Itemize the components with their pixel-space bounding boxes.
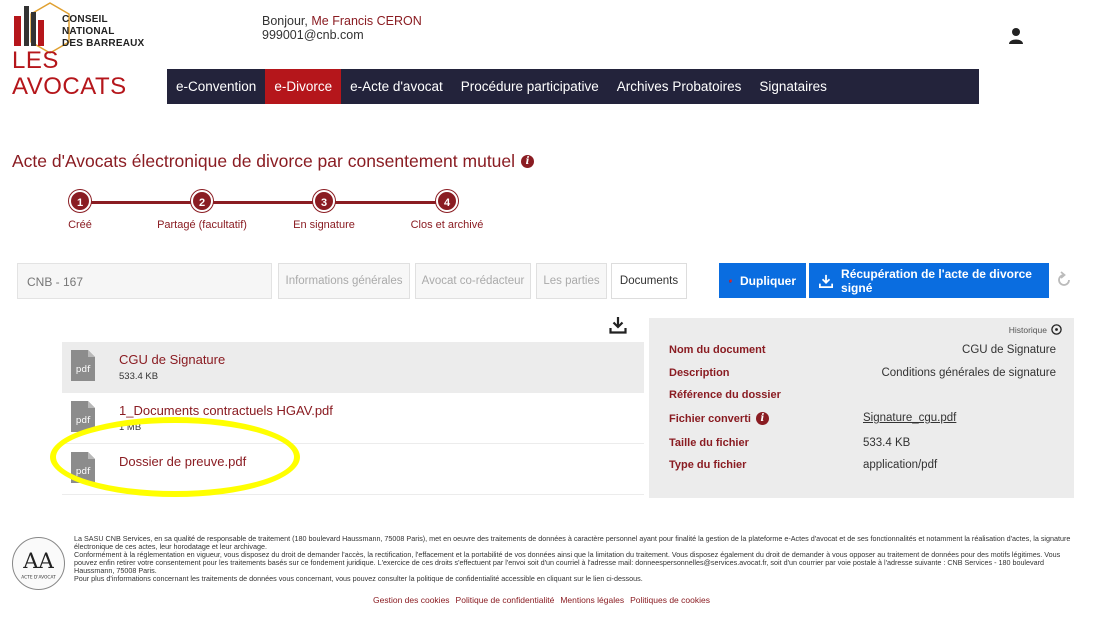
history-label: Historique	[1008, 324, 1047, 335]
nav-e-acte-avocat[interactable]: e-Acte d'avocat	[341, 69, 452, 104]
nav-procedure-participative[interactable]: Procédure participative	[452, 69, 608, 104]
detail-row-type: Type du fichier application/pdf	[669, 459, 1056, 475]
footer-link-legal-notice[interactable]: Mentions légales	[560, 595, 624, 605]
document-row[interactable]: pdf Dossier de preuve.pdf	[62, 444, 644, 495]
history-link[interactable]: Historique	[1009, 324, 1062, 335]
user-account-icon[interactable]	[1007, 27, 1025, 45]
document-name: 1_Documents contractuels HGAV.pdf	[119, 403, 333, 418]
detail-row-taille: Taille du fichier 533.4 KB	[669, 437, 1056, 453]
clock-icon	[1051, 324, 1062, 335]
recover-signed-act-button[interactable]: Récupération de l'acte de divorce signé	[809, 263, 1049, 298]
info-icon[interactable]: i	[521, 155, 535, 168]
svg-text:pdf: pdf	[76, 416, 91, 426]
pdf-file-icon: pdf	[71, 452, 95, 483]
converted-file-link[interactable]: Signature_cgu.pdf	[863, 412, 956, 424]
detail-label: Taille du fichier	[669, 437, 749, 449]
document-name: Dossier de preuve.pdf	[119, 454, 247, 469]
footer-link-cookies-management[interactable]: Gestion des cookies	[373, 595, 450, 605]
detail-label: Référence du dossier	[669, 389, 781, 401]
logo-org-text: CONSEIL NATIONAL DES BARREAUX	[62, 14, 145, 49]
info-icon[interactable]: i	[755, 412, 769, 425]
footer-link-cookie-policies[interactable]: Politiques de cookies	[630, 595, 710, 605]
detail-label: Description	[669, 367, 730, 379]
detail-label: Type du fichier	[669, 459, 747, 471]
footer-paragraph: Conformément à la réglementation en vigu…	[74, 550, 1061, 575]
reference-field: CNB - 167	[17, 263, 272, 299]
document-row[interactable]: pdf 1_Documents contractuels HGAV.pdf 1 …	[62, 393, 644, 444]
duplicate-button[interactable]: Dupliquer	[719, 263, 806, 298]
user-greeting: Bonjour, Me Francis CERON 999001@cnb.com	[262, 14, 422, 42]
tab-informations-generales[interactable]: Informations générales	[278, 263, 410, 299]
page-title: Acte d'Avocats électronique de divorce p…	[12, 151, 535, 172]
step-label: Créé	[68, 219, 92, 231]
download-icon	[819, 274, 834, 288]
logo-brand-name: LES AVOCATS	[12, 47, 127, 100]
status-stepper: 1 Créé 2 Partagé (facultatif) 3 En signa…	[0, 190, 520, 240]
nav-e-divorce[interactable]: e-Divorce	[265, 69, 342, 104]
acte-avocat-logo-icon: AA ACTE D'AVOCAT	[12, 537, 65, 590]
step-partage: 2 Partagé (facultatif)	[142, 190, 262, 231]
pdf-file-icon: pdf	[71, 350, 95, 381]
step-label: Partagé (facultatif)	[157, 219, 247, 231]
recover-label: Récupération de l'acte de divorce signé	[841, 266, 1032, 295]
download-all-icon[interactable]	[609, 316, 627, 334]
detail-value: Conditions générales de signature	[881, 367, 1056, 379]
detail-row-reference: Référence du dossier	[669, 389, 1056, 405]
step-cree: 1 Créé	[20, 190, 140, 231]
footer-paragraph: Pour plus d'informations concernant les …	[74, 574, 643, 583]
refresh-icon[interactable]	[1055, 271, 1073, 289]
detail-value: CGU de Signature	[962, 344, 1056, 356]
duplicate-icon	[729, 279, 732, 282]
detail-label: Nom du document	[669, 344, 766, 356]
detail-label: Fichier converti i	[669, 412, 769, 425]
tab-les-parties[interactable]: Les parties	[536, 263, 607, 299]
step-number: 4	[436, 190, 458, 212]
svg-text:ACTE D'AVOCAT: ACTE D'AVOCAT	[21, 574, 56, 580]
duplicate-label: Dupliquer	[740, 273, 796, 288]
pdf-file-icon: pdf	[71, 401, 95, 432]
page-title-text: Acte d'Avocats électronique de divorce p…	[12, 151, 516, 171]
step-number: 2	[191, 190, 213, 212]
detail-value: 533.4 KB	[863, 437, 911, 449]
user-name: Me Francis CERON	[311, 14, 422, 28]
detail-row-nom: Nom du document CGU de Signature	[669, 344, 1056, 360]
document-name: CGU de Signature	[119, 352, 226, 367]
step-en-signature: 3 En signature	[264, 190, 384, 231]
footer-paragraph: La SASU CNB Services, en sa qualité de r…	[74, 534, 1071, 551]
footer-links: Gestion des cookies Politique de confide…	[373, 595, 710, 605]
nav-archives-probatoires[interactable]: Archives Probatoires	[608, 69, 751, 104]
detail-row-fichier-converti: Fichier converti i Signature_cgu.pdf	[669, 412, 1056, 428]
columns-logo-icon	[14, 6, 44, 46]
step-label: Clos et archivé	[410, 219, 484, 231]
document-size: 533.4 KB	[119, 371, 159, 382]
document-list: pdf CGU de Signature 533.4 KB pdf 1_Docu…	[62, 342, 644, 495]
document-row[interactable]: pdf CGU de Signature 533.4 KB	[62, 342, 644, 393]
nav-signataires[interactable]: Signataires	[750, 69, 836, 104]
detail-value: application/pdf	[863, 459, 938, 471]
svg-text:pdf: pdf	[76, 365, 91, 375]
step-clos-archive: 4 Clos et archivé	[387, 190, 507, 231]
step-label: En signature	[293, 219, 355, 231]
tab-documents[interactable]: Documents	[611, 263, 687, 299]
nav-e-convention[interactable]: e-Convention	[167, 69, 265, 104]
step-number: 3	[313, 190, 335, 212]
user-email: 999001@cnb.com	[262, 28, 364, 42]
svg-text:pdf: pdf	[76, 467, 91, 477]
main-nav: e-Convention e-Divorce e-Acte d'avocat P…	[167, 69, 979, 104]
document-details-panel: Historique Nom du document CGU de Signat…	[649, 318, 1074, 498]
greeting-text: Bonjour,	[262, 14, 308, 28]
detail-row-description: Description Conditions générales de sign…	[669, 367, 1056, 383]
cnb-logo[interactable]: CONSEIL NATIONAL DES BARREAUX LES AVOCAT…	[10, 2, 155, 100]
step-number: 1	[69, 190, 91, 212]
tab-avocat-co-redacteur[interactable]: Avocat co-rédacteur	[415, 263, 531, 299]
footer-privacy-text: La SASU CNB Services, en sa qualité de r…	[74, 535, 1076, 583]
footer-link-privacy-policy[interactable]: Politique de confidentialité	[456, 595, 555, 605]
svg-text:AA: AA	[22, 548, 54, 573]
document-size: 1 MB	[119, 422, 142, 433]
